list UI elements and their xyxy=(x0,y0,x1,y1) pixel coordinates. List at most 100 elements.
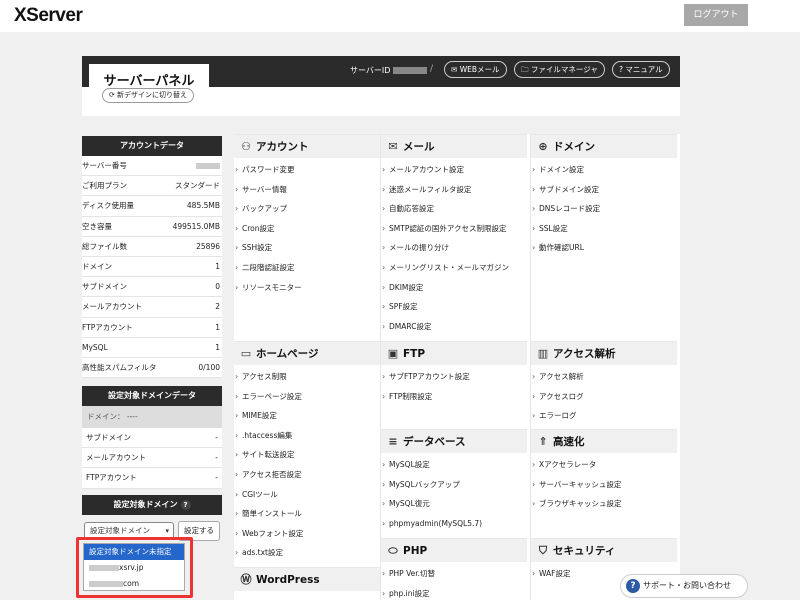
support-label: サポート・お問い合わせ xyxy=(643,581,731,590)
menu-link[interactable]: パスワード変更 xyxy=(234,160,380,180)
dropdown-option-xsrv[interactable]: xsrv.jp xyxy=(84,560,184,576)
menu-link[interactable]: ads.txt設定 xyxy=(234,543,380,563)
table-row: メールアカウント - xyxy=(82,448,222,469)
menu-link[interactable]: アクセスログ xyxy=(531,387,677,407)
category-analytics: ▥アクセス解析 アクセス解析 アクセスログ エラーログ xyxy=(531,341,677,426)
table-row: FTPアカウント - xyxy=(82,468,222,489)
header-separator: / xyxy=(430,64,434,74)
menu-link[interactable]: SPF設定 xyxy=(381,297,527,317)
menu-link[interactable]: リソースモニター xyxy=(234,278,380,298)
menu-link[interactable]: phpmyadmin(MySQL5.7) xyxy=(381,514,527,534)
menu-link[interactable]: PHP Ver.切替 xyxy=(381,564,527,584)
folder-icon: 🗀 xyxy=(521,65,529,74)
menu-link[interactable]: メールの振り分け xyxy=(381,238,527,258)
category-heading: ▣ FTP xyxy=(381,341,527,365)
redesign-toggle-button[interactable]: ⟳ 新デザインに切り替え xyxy=(102,88,194,103)
manual-link[interactable]: ? マニュアル xyxy=(612,61,670,78)
redesign-label: 新デザインに切り替え xyxy=(117,91,188,99)
masked-domain-prefix xyxy=(89,565,119,571)
menu-link[interactable]: 二段階認証設定 xyxy=(234,258,380,278)
menu-link[interactable]: サブドメイン設定 xyxy=(531,180,677,200)
menu-link[interactable]: ドメイン設定 xyxy=(531,160,677,180)
server-number-masked-value xyxy=(196,163,220,169)
support-contact-button[interactable]: ? サポート・お問い合わせ xyxy=(620,574,748,598)
target-domain-select-value: 設定対象ドメイン xyxy=(90,526,150,535)
category-heading: ⚇ アカウント xyxy=(234,134,380,158)
category-heading: ≡ データベース xyxy=(381,429,527,453)
menu-link[interactable]: メーリングリスト・メールマガジン xyxy=(381,258,527,278)
menu-link[interactable]: サーバー情報 xyxy=(234,180,380,200)
menu-link[interactable]: 動作確認URL xyxy=(531,238,677,258)
menu-link[interactable]: Xアクセラレータ xyxy=(531,455,677,475)
category-heading: ▭ ホームページ xyxy=(234,341,380,365)
category-wordpress: Ⓦ WordPress xyxy=(234,567,380,591)
menu-link[interactable]: SSL設定 xyxy=(531,219,677,239)
database-icon: ≡ xyxy=(388,435,398,448)
category-heading: Ⓦ WordPress xyxy=(234,567,380,591)
webmail-link[interactable]: ✉ WEBメール xyxy=(444,61,507,78)
xserver-logo[interactable]: XServer xyxy=(14,5,83,27)
dropdown-option-unset[interactable]: 設定対象ドメイン未指定 xyxy=(84,544,184,560)
category-speed: ⇑高速化 Xアクセラレータ サーバーキャッシュ設定 ブラウザキャッシュ設定 xyxy=(531,429,677,514)
menu-link[interactable]: バックアップ xyxy=(234,199,380,219)
menu-link[interactable]: アクセス拒否設定 xyxy=(234,465,380,485)
menu-link[interactable]: ブラウザキャッシュ設定 xyxy=(531,494,677,514)
menu-link[interactable]: MIME設定 xyxy=(234,406,380,426)
table-row: サーバー番号 xyxy=(82,156,222,177)
question-icon: ? xyxy=(619,65,623,74)
table-row: サブドメイン 0 xyxy=(82,277,222,298)
menu-link[interactable]: サイト転送設定 xyxy=(234,445,380,465)
menu-link[interactable]: アクセス解析 xyxy=(531,367,677,387)
php-icon: ⬭ xyxy=(388,544,398,557)
refresh-icon: ⟳ xyxy=(108,91,115,99)
menu-link[interactable]: FTP制限設定 xyxy=(381,387,527,407)
category-php: ⬭PHP PHP Ver.切替 php.ini設定 xyxy=(381,538,527,600)
dropdown-option-com[interactable]: com xyxy=(84,576,184,592)
menu-link[interactable]: .htaccess編集 xyxy=(234,426,380,446)
menu-link[interactable]: サーバーキャッシュ設定 xyxy=(531,475,677,495)
menu-link[interactable]: DNSレコード設定 xyxy=(531,199,677,219)
menu-link[interactable]: エラーページ設定 xyxy=(234,387,380,407)
menu-link[interactable]: Cron設定 xyxy=(234,219,380,239)
target-domain-data-heading: 設定対象ドメインデータ xyxy=(82,386,222,406)
file-manager-label: ファイルマネージャ xyxy=(530,65,598,74)
target-domain-data-panel: 設定対象ドメインデータ ドメイン： ---- サブドメイン - メールアカウント -… xyxy=(82,386,222,489)
menu-link[interactable]: MySQL設定 xyxy=(381,455,527,475)
category-heading: ⛉ セキュリティ xyxy=(531,538,677,562)
menu-link[interactable]: SSH設定 xyxy=(234,238,380,258)
menu-link[interactable]: DKIM設定 xyxy=(381,278,527,298)
monitor-icon: ▣ xyxy=(387,347,399,360)
menu-link[interactable]: MySQL復元 xyxy=(381,494,527,514)
category-account: ⚇アカウント パスワード変更 サーバー情報 バックアップ Cron設定 SSH設… xyxy=(234,134,380,297)
menu-link[interactable]: CGIツール xyxy=(234,485,380,505)
table-row: ディスク使用量 485.5MB xyxy=(82,196,222,217)
menu-link[interactable]: php.ini設定 xyxy=(381,584,527,600)
category-ftp: ▣FTP サブFTPアカウント設定 FTP制限設定 xyxy=(381,341,527,406)
target-domain-panel: 設定対象ドメイン? xyxy=(82,495,222,515)
menu-link[interactable]: サブFTPアカウント設定 xyxy=(381,367,527,387)
target-domain-dropdown: 設定対象ドメイン未指定 xsrv.jp com xyxy=(83,543,185,591)
menu-link[interactable]: メールアカウント設定 xyxy=(381,160,527,180)
menu-link[interactable]: 迷惑メールフィルタ設定 xyxy=(381,180,527,200)
menu-link[interactable]: アクセス制限 xyxy=(234,367,380,387)
top-bar: XServer ログアウト xyxy=(0,0,800,32)
help-icon[interactable]: ? xyxy=(180,500,191,510)
globe-icon: ⊕ xyxy=(538,140,548,153)
category-homepage: ▭ホームページ アクセス制限 エラーページ設定 MIME設定 .htaccess… xyxy=(234,341,380,563)
menu-link[interactable]: MySQLバックアップ xyxy=(381,475,527,495)
target-domain-row: ドメイン： ---- xyxy=(82,406,222,428)
category-heading: ⬭ PHP xyxy=(381,538,527,562)
mail-icon: ✉ xyxy=(451,65,458,74)
category-heading: ▥ アクセス解析 xyxy=(531,341,677,365)
person-icon: ⚇ xyxy=(241,140,251,153)
menu-link[interactable]: エラーログ xyxy=(531,406,677,426)
logout-button[interactable]: ログアウト xyxy=(684,4,748,26)
menu-link[interactable]: DMARC設定 xyxy=(381,317,527,337)
rocket-icon: ⇑ xyxy=(538,435,548,448)
file-manager-link[interactable]: 🗀 ファイルマネージャ xyxy=(514,61,605,78)
menu-link[interactable]: SMTP認証の国外アクセス制限設定 xyxy=(381,219,527,239)
category-heading: ⊕ ドメイン xyxy=(531,134,677,158)
menu-link[interactable]: Webフォント設定 xyxy=(234,524,380,544)
menu-link[interactable]: 自動応答設定 xyxy=(381,199,527,219)
menu-link[interactable]: 簡単インストール xyxy=(234,504,380,524)
